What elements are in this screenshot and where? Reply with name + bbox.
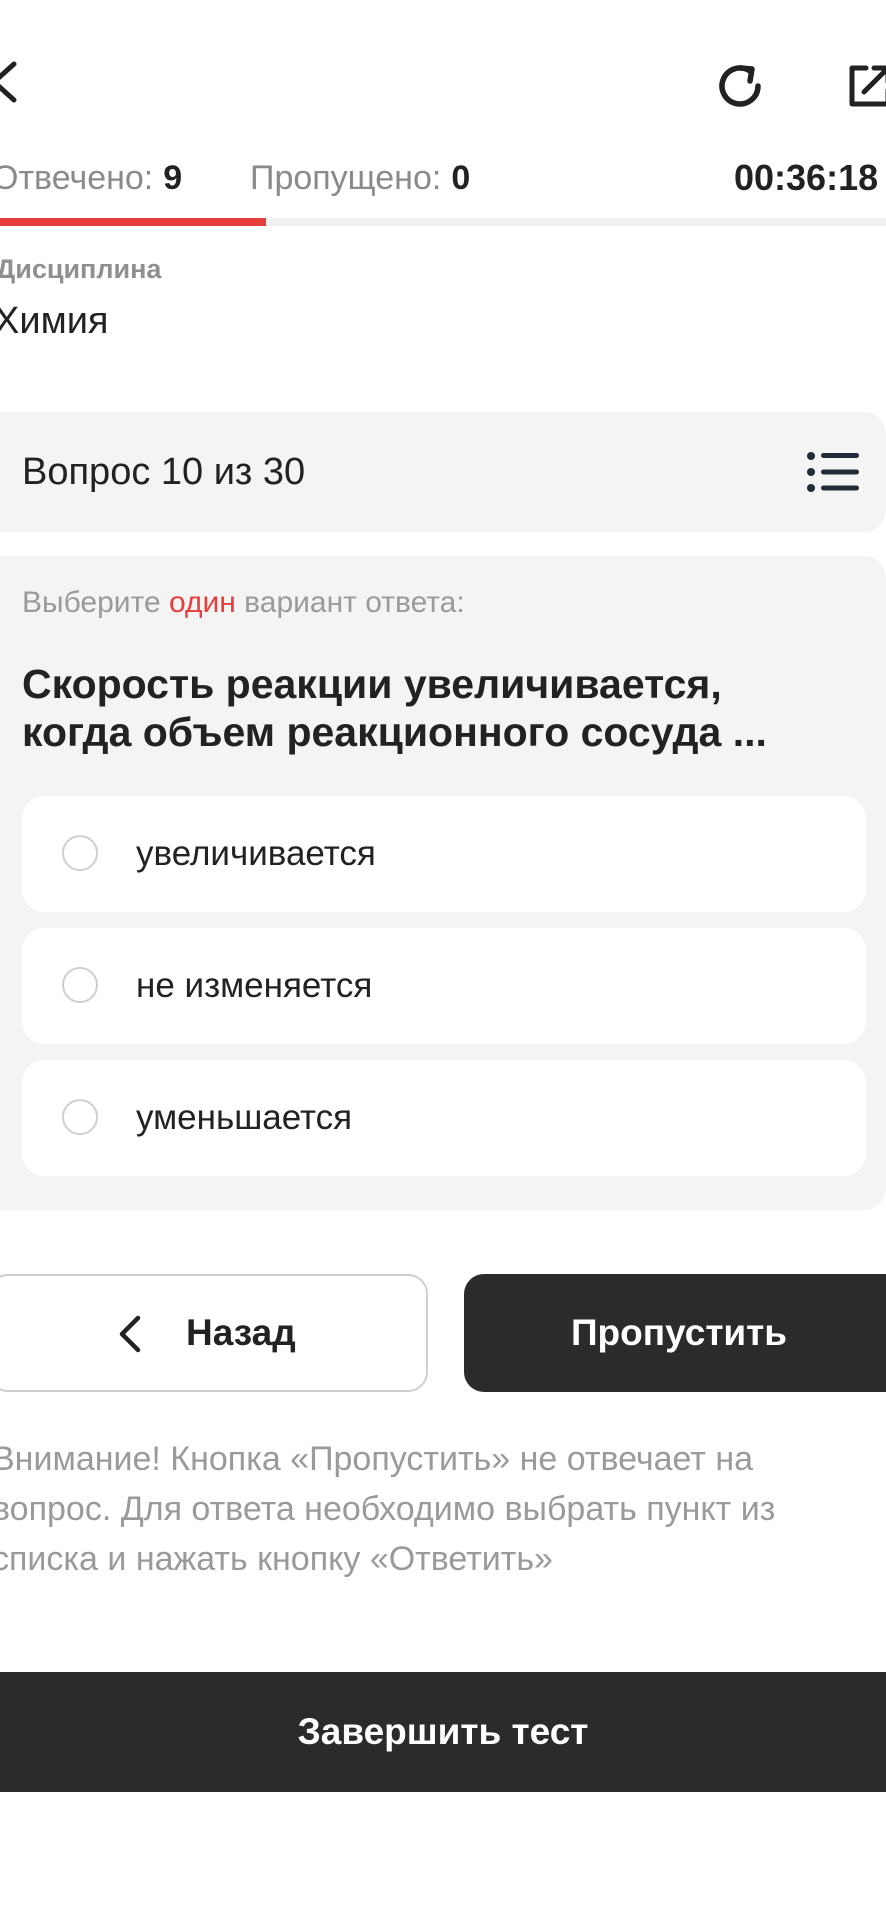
question-header: Вопрос 10 из 30 bbox=[0, 412, 886, 532]
timer: 00:36:18 bbox=[734, 157, 879, 198]
progress-stats: Отвечено: 9 Пропущено: 0 00:36:18 bbox=[0, 152, 886, 204]
chevron-left-icon bbox=[119, 1315, 141, 1353]
skipped-stat: Пропущено: 0 bbox=[250, 152, 470, 204]
answered-label: Отвечено: bbox=[0, 159, 154, 197]
instruction-accent: один bbox=[168, 586, 236, 619]
progress-bar-fill bbox=[0, 218, 266, 226]
skip-notice: Внимание! Кнопка «Пропустить» не отвечае… bbox=[0, 1440, 776, 1578]
skip-button-label: Пропустить bbox=[570, 1312, 788, 1353]
skipped-label: Пропущено: bbox=[250, 159, 442, 197]
top-bar bbox=[0, 40, 886, 130]
refresh-icon[interactable] bbox=[710, 56, 770, 116]
list-icon[interactable] bbox=[806, 448, 862, 496]
discipline-label: Дисциплина bbox=[0, 254, 162, 284]
answer-option[interactable]: увеличивается bbox=[22, 796, 866, 912]
external-link-icon[interactable] bbox=[842, 58, 886, 114]
test-screen: Отвечено: 9 Пропущено: 0 00:36:18 Дисципли… bbox=[0, 0, 886, 1920]
question-counter: Вопрос 10 из 30 bbox=[22, 451, 306, 493]
skipped-count: 0 bbox=[451, 159, 471, 197]
instruction-suffix: вариант ответа: bbox=[235, 586, 465, 619]
radio-button[interactable] bbox=[62, 835, 98, 871]
radio-button[interactable] bbox=[62, 1099, 98, 1135]
finish-test-button-label: Завершить тест bbox=[297, 1711, 589, 1752]
finish-test-button[interactable]: Завершить тест bbox=[0, 1672, 886, 1792]
answered-count: 9 bbox=[163, 159, 183, 197]
back-button-label: Назад bbox=[186, 1312, 296, 1353]
answer-option[interactable]: уменьшается bbox=[22, 1060, 866, 1176]
back-button[interactable]: Назад bbox=[0, 1274, 428, 1392]
answer-label: увеличивается bbox=[136, 834, 376, 873]
progress-bar bbox=[0, 218, 886, 226]
answer-instruction: Выберите один вариант ответа: bbox=[22, 586, 465, 620]
chevron-left-icon[interactable] bbox=[0, 60, 26, 104]
skip-button[interactable]: Пропустить bbox=[464, 1274, 886, 1392]
answer-label: не изменяется bbox=[136, 966, 373, 1005]
discipline-value: Химия bbox=[0, 300, 109, 342]
instruction-prefix: Выберите bbox=[22, 586, 169, 619]
answered-stat: Отвечено: 9 bbox=[0, 152, 182, 204]
answer-label: уменьшается bbox=[136, 1098, 353, 1137]
answer-option[interactable]: не изменяется bbox=[22, 928, 866, 1044]
question-text: Скорость реакции увеличивается, когда об… bbox=[22, 661, 767, 755]
question-card: Выберите один вариант ответа: Скорость р… bbox=[0, 556, 886, 1210]
radio-button[interactable] bbox=[62, 967, 98, 1003]
